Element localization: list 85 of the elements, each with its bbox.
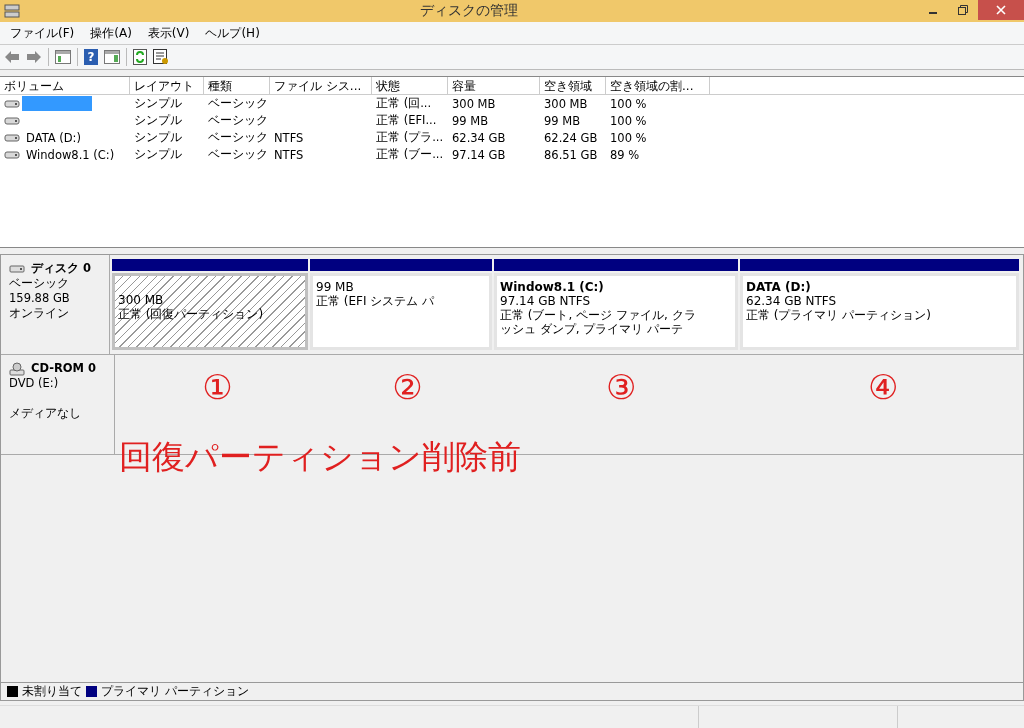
column-header[interactable]: 状態 xyxy=(372,77,448,94)
partition-status: 正常 (EFI システム パ xyxy=(316,294,436,308)
table-cell-text: 97.14 GB xyxy=(451,147,507,162)
menu-item[interactable]: 操作(A) xyxy=(84,22,138,44)
annotation-number: ② xyxy=(391,367,424,407)
table-cell-text: ベーシック xyxy=(207,113,269,128)
table-cell-text: 100 % xyxy=(609,113,648,128)
table-cell-text: NTFS xyxy=(273,147,305,162)
table-cell-text: 300 MB xyxy=(451,96,497,111)
table-cell-text: シンプル xyxy=(133,147,183,162)
cd-drive-icon xyxy=(9,361,25,376)
window-title: ディスクの管理 xyxy=(419,2,519,20)
partition-size: 62.34 GB NTFS xyxy=(746,294,838,308)
menu-item[interactable]: ヘルプ(H) xyxy=(199,22,266,44)
table-cell-text: 正常 (EFI... xyxy=(375,113,438,128)
annotation-number: ③ xyxy=(604,367,638,407)
column-header[interactable]: レイアウト xyxy=(130,77,204,94)
legend-label: プライマリ パーティション xyxy=(101,683,249,700)
menu-item[interactable]: ファイル(F) xyxy=(4,22,81,44)
table-cell-text: ベーシック xyxy=(207,147,269,162)
column-header[interactable]: 空き領域の割... xyxy=(606,77,710,94)
disk-info: オンライン xyxy=(9,306,70,321)
partition-size: 300 MB xyxy=(118,293,165,307)
annotation-number: ① xyxy=(201,367,234,407)
table-cell-text: シンプル xyxy=(133,96,183,111)
disk-name: CD-ROM 0 xyxy=(31,361,97,376)
partition-status: 正常 (ブート, ページ ファイル, クラッシュ ダンプ, プライマリ パーテ xyxy=(500,308,697,336)
drive-icon xyxy=(4,132,20,143)
drive-icon xyxy=(4,115,20,126)
refresh-icon[interactable] xyxy=(133,49,147,65)
table-cell-text: シンプル xyxy=(133,113,183,128)
drive-icon xyxy=(4,149,20,160)
table-cell-text: 86.51 GB xyxy=(543,147,599,162)
partition-block[interactable]: DATA (D:) 62.34 GB NTFS 正常 (プライマリ パーティション) xyxy=(740,273,1019,350)
console-tree-icon[interactable] xyxy=(55,50,71,64)
menu-item[interactable]: 表示(V) xyxy=(141,22,196,44)
partition-title: DATA (D:) xyxy=(746,280,812,294)
table-cell-text: 99 MB xyxy=(543,113,582,128)
table-cell-text: 正常 (ブー... xyxy=(375,147,445,162)
table-cell-text: NTFS xyxy=(273,130,305,145)
app-icon xyxy=(4,3,20,19)
table-cell-text: 100 % xyxy=(609,130,648,145)
annotation-caption: 回復パーティション削除前 xyxy=(119,436,521,478)
table-cell-text: 正常 (プラ... xyxy=(375,130,445,145)
help-icon[interactable]: ? xyxy=(84,49,98,65)
table-cell-text: 89 % xyxy=(609,147,641,162)
partition-title: Window8.1 (C:) xyxy=(500,280,605,294)
partition-status: 正常 (プライマリ パーティション) xyxy=(746,308,932,322)
back-icon[interactable] xyxy=(4,50,20,64)
close-icon xyxy=(996,5,1006,15)
partition-size: 99 MB xyxy=(316,280,355,294)
legend-label: 未割り当て xyxy=(22,683,82,700)
partition-block[interactable]: Window8.1 (C:) 97.14 GB NTFS 正常 (ブート, ページ ファイル, クラッシュ ダンプ, プライマリ パーテ xyxy=(494,273,738,350)
partition-block[interactable]: 99 MB 正常 (EFI システム パ xyxy=(310,273,492,350)
table-cell-text: 300 MB xyxy=(543,96,589,111)
column-header[interactable]: 空き領域 xyxy=(540,77,606,94)
table-cell-text: 99 MB xyxy=(451,113,490,128)
annotation-number: ④ xyxy=(867,367,900,407)
properties-icon[interactable] xyxy=(153,49,169,65)
partition-block[interactable]: 300 MB 正常 (回復パーティション) xyxy=(112,273,308,350)
column-header[interactable]: ファイル シス... xyxy=(270,77,372,94)
table-cell-text: ベーシック xyxy=(207,96,269,111)
close-button[interactable] xyxy=(978,0,1024,20)
action-pane-icon[interactable] xyxy=(104,50,120,64)
column-header[interactable]: 種類 xyxy=(204,77,270,94)
table-cell-text: 100 % xyxy=(609,96,648,111)
column-header[interactable]: ボリューム xyxy=(0,77,130,94)
disk-name: ディスク 0 xyxy=(31,261,91,276)
table-cell-text: シンプル xyxy=(133,130,183,145)
table-cell-text: Window8.1 (C:) xyxy=(25,147,116,162)
table-cell-text: 62.24 GB xyxy=(543,130,599,145)
drive-icon xyxy=(4,98,20,109)
restore-icon[interactable] xyxy=(958,5,968,15)
table-cell-text: DATA (D:) xyxy=(25,130,82,145)
partition-size: 97.14 GB NTFS xyxy=(500,294,592,308)
disk-info: ベーシック xyxy=(9,276,70,291)
forward-icon[interactable] xyxy=(26,50,42,64)
table-cell-text: ベーシック xyxy=(207,130,269,145)
disk-info: DVD (E:) xyxy=(9,376,60,391)
column-header[interactable]: 容量 xyxy=(448,77,540,94)
table-cell-text: 正常 (回... xyxy=(375,96,433,111)
partition-status: 正常 (回復パーティション) xyxy=(118,307,265,321)
disk-info: 159.88 GB xyxy=(9,291,71,306)
disk-info: メディアなし xyxy=(9,406,82,421)
table-cell-text: 62.34 GB xyxy=(451,130,507,145)
